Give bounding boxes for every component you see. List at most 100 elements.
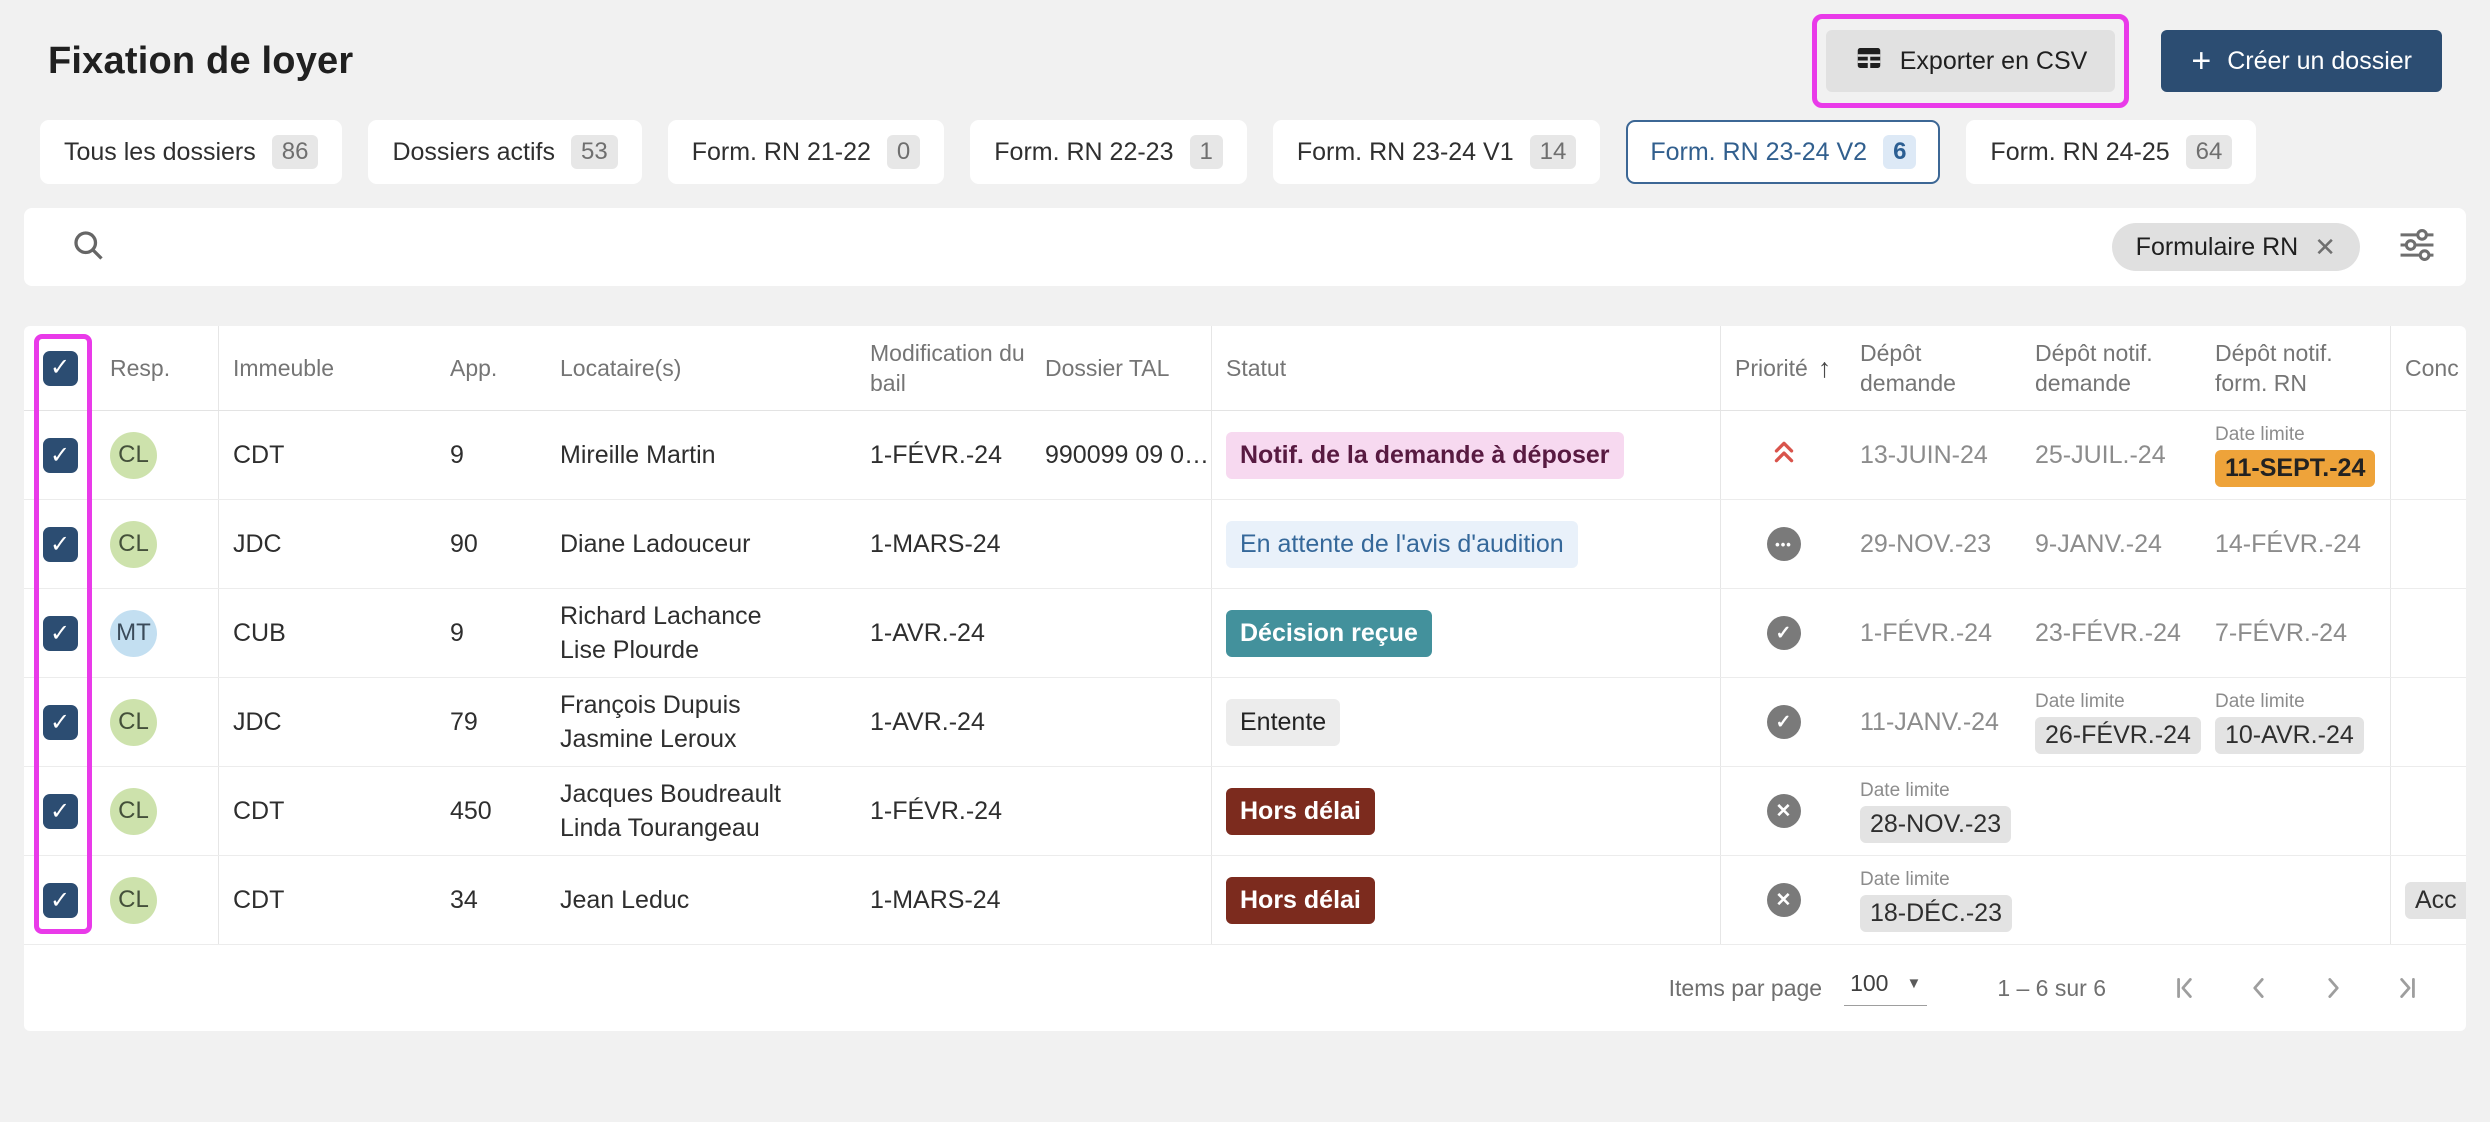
col-header-priorite[interactable]: Priorité ↑ [1721, 326, 1846, 410]
page-size-select[interactable]: 100 ▼ [1844, 970, 1927, 1006]
cell-modification-du-bail: 1-AVR.-24 [856, 678, 1031, 766]
row-checkbox[interactable]: ✓ [43, 883, 78, 918]
filter-tabs: Tous les dossiers 86 Dossiers actifs 53 … [40, 120, 2490, 184]
cell-depot-demande: 1-FÉVR.-24 [1846, 589, 2021, 677]
date-value: 11-SEPT.-24 [2215, 450, 2375, 487]
date-value: 10-AVR.-24 [2215, 717, 2364, 754]
cell-immeuble: JDC [219, 678, 436, 766]
table-row[interactable]: ✓ CL JDC 79 François DupuisJasmine Lerou… [24, 678, 2466, 767]
cell-immeuble: CUB [219, 589, 436, 677]
cell-depot-notif-demande: Date limite 26-FÉVR.-24 [2021, 678, 2201, 766]
table-row[interactable]: ✓ MT CUB 9 Richard LachanceLise Plourde … [24, 589, 2466, 678]
avatar: CL [110, 699, 157, 746]
filter-sliders-icon[interactable] [2398, 226, 2436, 269]
cell-depot-notif-demande [2021, 856, 2201, 944]
row-checkbox[interactable]: ✓ [43, 616, 78, 651]
priority-cancelled-icon: ✕ [1767, 883, 1801, 917]
priority-done-icon: ✓ [1767, 616, 1801, 650]
tab-count-badge: 1 [1190, 135, 1223, 169]
priority-pending-icon: ••• [1767, 527, 1801, 561]
dossier-table: ✓ Resp. Immeuble App. Locataire(s) Modif… [24, 326, 2466, 1031]
cell-modification-du-bail: 1-FÉVR.-24 [856, 411, 1031, 499]
filter-tab[interactable]: Dossiers actifs 53 [368, 120, 641, 184]
col-header-priorite-label: Priorité [1735, 353, 1808, 383]
date-limit-label: Date limite [2035, 691, 2125, 713]
cell-dossier-tal: 990099 09 0… [1031, 411, 1212, 499]
tab-count-badge: 53 [571, 135, 618, 169]
date-value: 1-FÉVR.-24 [1860, 619, 1992, 648]
status-badge: En attente de l'avis d'audition [1226, 521, 1578, 568]
cell-app: 450 [436, 767, 546, 855]
search-bar: Formulaire RN ✕ [24, 208, 2466, 286]
table-row[interactable]: ✓ CL JDC 90 Diane Ladouceur 1-MARS-24 En… [24, 500, 2466, 589]
next-page-button[interactable] [2318, 973, 2348, 1003]
date-value: 28-NOV.-23 [1860, 806, 2011, 843]
avatar: CL [110, 788, 157, 835]
cell-depot-notif-rn: Date limite 10-AVR.-24 [2201, 678, 2391, 766]
cell-dossier-tal [1031, 589, 1212, 677]
date-value: 23-FÉVR.-24 [2035, 619, 2181, 648]
page-size-value: 100 [1850, 970, 1888, 997]
cell-immeuble: JDC [219, 500, 436, 588]
row-checkbox[interactable]: ✓ [43, 438, 78, 473]
select-all-checkbox[interactable]: ✓ [43, 351, 78, 386]
cell-depot-notif-demande: 23-FÉVR.-24 [2021, 589, 2201, 677]
date-value: 25-JUIL.-24 [2035, 441, 2166, 470]
avatar: MT [110, 610, 157, 657]
filter-tab[interactable]: Form. RN 22-23 1 [970, 120, 1247, 184]
row-checkbox[interactable]: ✓ [43, 527, 78, 562]
col-header-immeuble[interactable]: Immeuble [219, 326, 436, 410]
cell-immeuble: CDT [219, 411, 436, 499]
table-row[interactable]: ✓ CL CDT 34 Jean Leduc 1-MARS-24 Hors dé… [24, 856, 2466, 945]
tab-label: Form. RN 22-23 [994, 138, 1173, 167]
search-input[interactable] [130, 232, 2112, 263]
header-actions: Exporter en CSV + Créer un dossier [1826, 30, 2442, 92]
export-csv-button[interactable]: Exporter en CSV [1826, 30, 2116, 92]
col-header-depot-notif-demande[interactable]: Dépôt notif. demande [2021, 326, 2201, 410]
col-header-app[interactable]: App. [436, 326, 546, 410]
col-header-depot-notif-rn[interactable]: Dépôt notif. form. RN [2201, 326, 2391, 410]
col-header-modification[interactable]: Modification du bail [856, 326, 1031, 410]
col-header-dossier-tal[interactable]: Dossier TAL [1031, 326, 1212, 410]
cell-dossier-tal [1031, 678, 1212, 766]
export-csv-label: Exporter en CSV [1900, 47, 2088, 76]
col-header-depot-demande[interactable]: Dépôt demande [1846, 326, 2021, 410]
row-checkbox[interactable]: ✓ [43, 705, 78, 740]
first-page-button[interactable] [2170, 973, 2200, 1003]
table-row[interactable]: ✓ CL CDT 9 Mireille Martin 1-FÉVR.-24 99… [24, 411, 2466, 500]
table-row[interactable]: ✓ CL CDT 450 Jacques BoudreaultLinda Tou… [24, 767, 2466, 856]
create-dossier-button[interactable]: + Créer un dossier [2161, 30, 2442, 92]
last-page-button[interactable] [2392, 973, 2422, 1003]
col-header-resp[interactable]: Resp. [96, 326, 219, 410]
cell-immeuble: CDT [219, 767, 436, 855]
chip-close-icon[interactable]: ✕ [2314, 234, 2336, 260]
status-badge: Hors délai [1226, 788, 1375, 835]
table-header-row: ✓ Resp. Immeuble App. Locataire(s) Modif… [24, 326, 2466, 411]
cell-depot-demande: 13-JUIN-24 [1846, 411, 2021, 499]
filter-tab[interactable]: Form. RN 23-24 V1 14 [1273, 120, 1600, 184]
filter-chip[interactable]: Formulaire RN ✕ [2112, 223, 2360, 271]
cell-depot-notif-demande: 9-JANV.-24 [2021, 500, 2201, 588]
row-checkbox[interactable]: ✓ [43, 794, 78, 829]
filter-tab[interactable]: Tous les dossiers 86 [40, 120, 342, 184]
tenant-name: Jean Leduc [560, 883, 689, 917]
previous-page-button[interactable] [2244, 973, 2274, 1003]
filter-tab[interactable]: Form. RN 21-22 0 [668, 120, 945, 184]
date-limit-label: Date limite [1860, 780, 1950, 802]
cell-app: 90 [436, 500, 546, 588]
cell-modification-du-bail: 1-AVR.-24 [856, 589, 1031, 677]
search-icon[interactable] [70, 227, 106, 268]
status-badge: Hors délai [1226, 877, 1375, 924]
cell-depot-notif-demande: 25-JUIL.-24 [2021, 411, 2201, 499]
create-dossier-label: Créer un dossier [2227, 47, 2412, 76]
col-header-conc[interactable]: Conc [2391, 326, 2466, 410]
tenant-name: Mireille Martin [560, 438, 716, 472]
dropdown-caret-icon: ▼ [1906, 975, 1921, 992]
col-header-statut[interactable]: Statut [1212, 326, 1721, 410]
col-header-locataires[interactable]: Locataire(s) [546, 326, 856, 410]
filter-tab[interactable]: Form. RN 23-24 V2 6 [1626, 120, 1940, 184]
cell-depot-notif-rn [2201, 767, 2391, 855]
cell-app: 34 [436, 856, 546, 944]
filter-tab[interactable]: Form. RN 24-25 64 [1966, 120, 2256, 184]
avatar: CL [110, 521, 157, 568]
